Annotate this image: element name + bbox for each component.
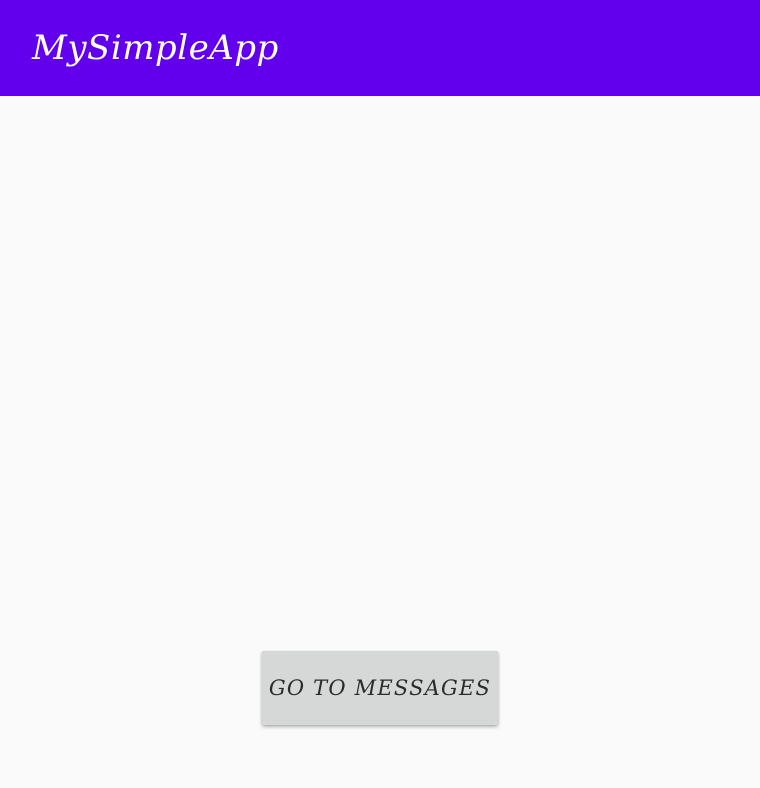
app-title: MySimpleApp xyxy=(32,28,279,68)
app-bar: MySimpleApp xyxy=(0,0,760,96)
go-to-messages-button[interactable]: GO TO MESSAGES xyxy=(262,651,498,725)
